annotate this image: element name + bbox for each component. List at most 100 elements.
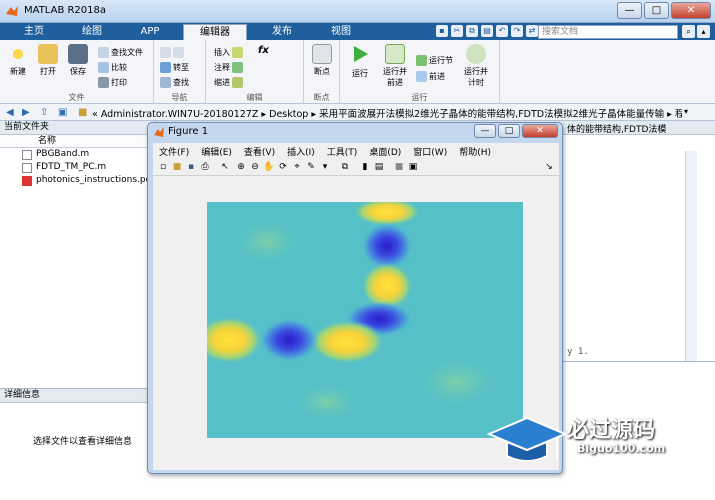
menu-edit[interactable]: 编辑(E) [195,143,238,158]
figure-minimize-button[interactable]: — [474,124,496,138]
run-and-time-button[interactable]: 运行并 计时 [460,44,492,88]
run-advance-icon [385,44,405,64]
tab-home[interactable]: 主页 [8,24,60,40]
redo-icon[interactable]: ↷ [511,25,523,37]
save-figure-icon[interactable]: ▪ [185,161,197,173]
undo-icon[interactable]: ↶ [496,25,508,37]
zoom-in-icon[interactable]: ⊕ [235,161,247,173]
field-contour-plot[interactable] [207,202,523,438]
search-icon[interactable]: ⌕ [682,25,695,38]
compare-button[interactable]: 比较 [98,61,127,73]
browse-folder-icon[interactable]: ▣ [58,107,69,118]
print-button[interactable]: 打印 [98,76,127,88]
tab-publish[interactable]: 发布 [252,24,312,40]
search-input[interactable]: 搜索文档 [538,25,678,39]
forward-arrow-icon[interactable]: ▶ [22,107,33,118]
cut-icon[interactable]: ✂ [451,25,463,37]
run-and-advance-button[interactable]: 运行并 前进 [380,44,410,88]
save-button[interactable]: 保存 [66,44,90,77]
run-button[interactable]: 运行 [348,44,372,79]
play-icon [354,46,368,62]
menu-insert[interactable]: 插入(I) [281,143,321,158]
field-blob [407,352,507,412]
back-forward-buttons[interactable] [160,46,184,58]
menu-help[interactable]: 帮助(H) [453,143,497,158]
watermark-site: Biguo100.com [577,442,666,455]
save-quick-icon[interactable]: ▪ [436,25,448,37]
print-figure-icon[interactable]: ⎙ [199,161,211,173]
file-item[interactable]: photonics_instructions.pdf [0,174,156,187]
zoom-out-icon[interactable]: ⊖ [249,161,261,173]
open-file-icon[interactable]: ■ [171,161,183,173]
colorbar-icon[interactable]: ▮ [359,161,371,173]
field-blob [259,318,319,362]
close-button[interactable]: ✕ [671,2,711,19]
tab-apps[interactable]: APP [124,24,176,40]
file-item[interactable]: PBGBand.m [0,148,156,161]
advance-button[interactable]: 前进 [416,70,445,82]
open-button[interactable]: 打开 [36,44,60,77]
figure-close-button[interactable]: ✕ [522,124,558,138]
file-group: 新建 打开 保存 查找文件 比较 打印 文件 [0,40,154,104]
brush-icon[interactable]: ✎ [305,161,317,173]
link-plot-icon[interactable]: ⧉ [339,161,351,173]
figure-logo-icon [154,127,164,137]
bell-icon[interactable]: ▴ [697,25,710,38]
toolbar-dock-icon[interactable]: ↘ [543,161,555,173]
pan-hand-icon[interactable]: ✋ [263,161,275,173]
details-message: 选择文件以查看详细信息 [33,437,133,447]
breakpoint-icon [312,44,332,64]
compare-icon [98,61,109,73]
find-files-icon [98,46,109,58]
maximize-button[interactable]: □ [644,2,669,19]
pdf-file-icon [22,176,32,186]
graduation-cap-icon [487,416,567,462]
address-bar: ◀ ▶ ⇧ ▣ ■ « Administrator.WIN7U-20180127… [0,104,715,121]
menu-view[interactable]: 查看(V) [238,143,281,158]
show-tools-icon[interactable]: ▣ [407,161,419,173]
back-arrow-icon[interactable]: ◀ [6,107,17,118]
brush-dropdown-icon[interactable]: ▾ [319,161,331,173]
goto-button[interactable]: 转至 [160,61,189,73]
new-button[interactable]: 新建 [6,44,30,77]
insert-icon [232,46,243,58]
data-cursor-icon[interactable]: ⌖ [291,161,303,173]
menu-window[interactable]: 窗口(W) [407,143,453,158]
switch-windows-icon[interactable]: ⇄ [526,25,538,37]
file-item[interactable]: FDTD_TM_PC.m [0,161,156,174]
editor-code-text: y 1. [567,347,589,357]
indent-button[interactable]: 缩进 [214,76,243,88]
legend-icon[interactable]: ▤ [373,161,385,173]
breakpoints-button[interactable]: 断点 [310,44,334,77]
title-bar: MATLAB R2018a — □ ✕ [0,0,715,23]
tab-view[interactable]: 视图 [316,24,366,40]
menu-desktop[interactable]: 桌面(D) [363,143,407,158]
pointer-icon[interactable]: ↖ [219,161,231,173]
hide-tools-icon[interactable]: ■ [393,161,405,173]
figure-maximize-button[interactable]: □ [498,124,520,138]
comment-button[interactable]: 注释 [214,61,243,73]
run-section-button[interactable]: 运行节 [416,54,453,66]
find-button[interactable]: 查找 [160,76,189,88]
insert-button[interactable]: 插入 [214,46,243,58]
editor-scrollbar[interactable] [685,151,697,361]
new-figure-icon[interactable]: ▫ [157,161,169,173]
rotate-3d-icon[interactable]: ⟳ [277,161,289,173]
tab-plots[interactable]: 绘图 [66,24,118,40]
paste-icon[interactable]: ▤ [481,25,493,37]
field-blob [287,380,367,424]
path-dropdown-icon[interactable]: ▾ [684,107,688,116]
field-blob [309,320,385,364]
menu-tools[interactable]: 工具(T) [321,143,364,158]
copy-icon[interactable]: ⧉ [466,25,478,37]
details-header: 详细信息 [0,389,157,403]
minimize-button[interactable]: — [617,2,642,19]
current-folder-path[interactable]: « Administrator.WIN7U-20180127Z ▸ Deskto… [92,106,682,120]
fx-button[interactable]: fx [258,44,269,56]
menu-file[interactable]: 文件(F) [153,143,195,158]
tab-editor[interactable]: 编辑器 [183,24,247,40]
find-files-button[interactable]: 查找文件 [98,46,143,58]
name-column-header[interactable]: 名称 [0,135,156,148]
comment-icon [232,61,243,73]
up-folder-icon[interactable]: ⇧ [40,107,51,118]
